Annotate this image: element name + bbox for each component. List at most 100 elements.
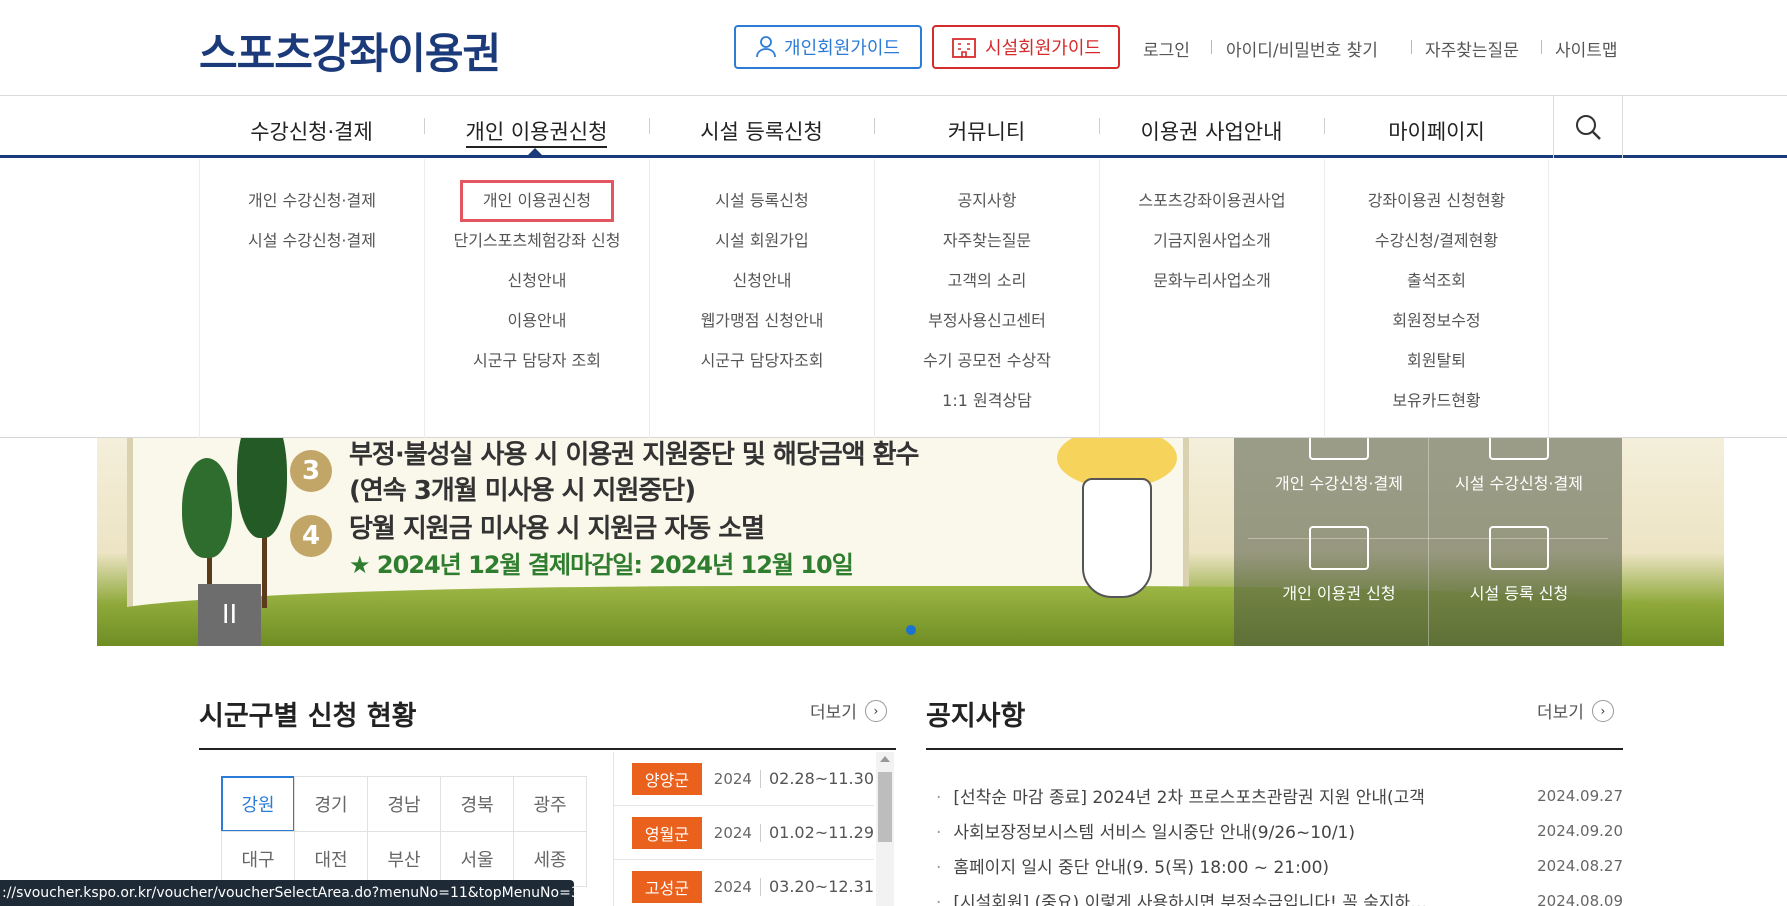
region-tab[interactable]: 서울	[440, 831, 514, 887]
menu-item[interactable]: 단기스포츠체험강좌 신청	[425, 229, 649, 269]
list-item[interactable]: 양양군 2024 02.28~11.30	[614, 752, 874, 806]
list-item[interactable]: [선착순 마감 종료] 2024년 2차 프로스포츠관람권 지원 안내(고객 2…	[936, 778, 1623, 813]
card-hand-icon	[1309, 526, 1369, 570]
region-status-title: 시군구별 신청 현황	[199, 701, 417, 732]
search-button[interactable]	[1553, 96, 1623, 158]
find-id-password-link[interactable]: 아이디/비밀번호 찾기	[1226, 36, 1378, 61]
banner-pager-dot[interactable]	[906, 625, 916, 635]
region-tab[interactable]: 경남	[367, 776, 441, 832]
list-item[interactable]: 사회보장정보시스템 서비스 일시중단 안내(9/26~10/1) 2024.09…	[936, 813, 1623, 848]
menu-item[interactable]: 출석조회	[1325, 269, 1548, 309]
menu-item[interactable]: 회원탈퇴	[1325, 349, 1548, 389]
menu-item[interactable]: 문화누리사업소개	[1100, 269, 1324, 309]
menu-item[interactable]: 공지사항	[875, 189, 1099, 229]
individual-guide-button[interactable]: 개인회원가이드	[734, 25, 922, 69]
gnb-mypage[interactable]: 마이페이지	[1324, 116, 1549, 146]
gnb-facility-register[interactable]: 시설 등록신청	[649, 116, 874, 146]
notice-item-date: 2024.08.27	[1537, 856, 1623, 875]
menu-item[interactable]: 부정사용신고센터	[875, 309, 1099, 349]
notice-more-link[interactable]: 더보기 ›	[1537, 698, 1614, 723]
menu-item[interactable]: 시설 등록신청	[650, 189, 874, 229]
region-status-list: 양양군 2024 02.28~11.30 영월군 2024 01.02~11.2…	[613, 752, 876, 906]
menu-item[interactable]: 시군구 담당자 조회	[425, 349, 649, 389]
banner-pause-button[interactable]: II	[198, 584, 261, 646]
mega-col-community: 공지사항 자주찾는질문 고객의 소리 부정사용신고센터 수기 공모전 수상작 1…	[874, 159, 1099, 438]
menu-item[interactable]: 시설 수강신청·결제	[200, 229, 424, 269]
quick-facility-register[interactable]: 시설 등록 신청	[1434, 526, 1604, 604]
gnb-community[interactable]: 커뮤니티	[874, 116, 1099, 146]
mega-col-facility: 시설 등록신청 시설 회원가입 신청안내 웹가맹점 신청안내 시군구 담당자조회	[649, 159, 874, 438]
facility-guide-label: 시설회원가이드	[985, 38, 1101, 59]
gnb-business-info[interactable]: 이용권 사업안내	[1099, 116, 1324, 146]
individual-guide-label: 개인회원가이드	[784, 38, 900, 59]
scroll-up-arrow-icon[interactable]	[880, 756, 890, 762]
menu-item[interactable]: 개인 수강신청·결제	[200, 189, 424, 229]
status-list-scrollbar[interactable]	[876, 752, 894, 906]
gnb-enroll-payment[interactable]: 수강신청·결제	[199, 116, 424, 146]
util-divider	[1411, 40, 1412, 54]
util-divider	[1211, 40, 1212, 54]
scroll-thumb[interactable]	[878, 772, 892, 842]
menu-item[interactable]: 시군구 담당자조회	[650, 349, 874, 389]
menu-item[interactable]: 시설 회원가입	[650, 229, 874, 269]
quick-individual-voucher[interactable]: 개인 이용권 신청	[1254, 526, 1424, 604]
search-icon	[1576, 115, 1601, 140]
person-icon	[756, 36, 776, 58]
menu-item[interactable]: 보유카드현황	[1325, 389, 1548, 429]
region-tab[interactable]: 대전	[294, 831, 368, 887]
list-item[interactable]: 영월군 2024 01.02~11.29	[614, 806, 874, 860]
region-tab[interactable]: 대구	[221, 831, 295, 887]
facility-guide-button[interactable]: 시설회원가이드	[932, 25, 1120, 69]
quick-divider	[1428, 438, 1429, 646]
active-menu-indicator	[528, 148, 542, 155]
region-tab[interactable]: 경기	[294, 776, 368, 832]
menu-item[interactable]: 수기 공모전 수상작	[875, 349, 1099, 389]
menu-item[interactable]: 웹가맹점 신청안내	[650, 309, 874, 349]
mega-menu-dropdown: 개인 수강신청·결제 시설 수강신청·결제 개인 이용권신청 단기스포츠체험강좌…	[0, 159, 1787, 438]
gnb-individual-voucher[interactable]: 개인 이용권신청	[424, 116, 649, 148]
region-more-link[interactable]: 더보기 ›	[810, 698, 887, 723]
login-link[interactable]: 로그인	[1143, 36, 1190, 61]
notice-number-badge: 3	[290, 450, 332, 492]
region-tab[interactable]: 세종	[513, 831, 587, 887]
district-badge: 영월군	[632, 816, 702, 849]
menu-item[interactable]: 기금지원사업소개	[1100, 229, 1324, 269]
menu-item-highlighted[interactable]: 개인 이용권신청	[425, 180, 649, 229]
quick-facility-enroll[interactable]: 시설 수강신청·결제	[1434, 438, 1604, 494]
menu-item[interactable]: 수강신청/결제현황	[1325, 229, 1548, 269]
menu-item[interactable]: 신청안내	[425, 269, 649, 309]
district-badge: 양양군	[632, 762, 702, 795]
faq-link[interactable]: 자주찾는질문	[1425, 36, 1519, 61]
status-period: 03.20~12.31	[768, 877, 874, 896]
banner-text: 부정·불성실 사용 시 이용권 지원중단 및 해당금액 환수	[349, 440, 919, 470]
menu-item[interactable]: 고객의 소리	[875, 269, 1099, 309]
list-item[interactable]: [시설회원] (중요) 이렇게 사용하시면 부정수급입니다! 꼭 숙지하… 20…	[936, 883, 1623, 906]
list-item[interactable]: 홈페이지 일시 중단 안내(9. 5(목) 18:00 ~ 21:00) 202…	[936, 848, 1623, 883]
region-tab-gangwon[interactable]: 강원	[221, 776, 295, 832]
list-item[interactable]: 고성군 2024 03.20~12.31	[614, 860, 874, 906]
notice-item-title[interactable]: 사회보장정보시스템 서비스 일시중단 안내(9/26~10/1)	[936, 818, 1355, 843]
sitemap-link[interactable]: 사이트맵	[1555, 36, 1618, 61]
notice-item-title[interactable]: [시설회원] (중요) 이렇게 사용하시면 부정수급입니다! 꼭 숙지하…	[936, 888, 1427, 906]
menu-item[interactable]: 자주찾는질문	[875, 229, 1099, 269]
mega-col-business: 스포츠강좌이용권사업 기금지원사업소개 문화누리사업소개	[1099, 159, 1324, 438]
menu-item[interactable]: 강좌이용권 신청현황	[1325, 189, 1548, 229]
region-tab[interactable]: 경북	[440, 776, 514, 832]
menu-item[interactable]: 신청안내	[650, 269, 874, 309]
menu-item[interactable]: 스포츠강좌이용권사업	[1100, 189, 1324, 229]
menu-item[interactable]: 1:1 원격상담	[875, 389, 1099, 429]
notice-item-title[interactable]: 홈페이지 일시 중단 안내(9. 5(목) 18:00 ~ 21:00)	[936, 853, 1329, 878]
ticket-icon	[1489, 526, 1549, 570]
util-divider	[1541, 40, 1542, 54]
section-divider	[926, 748, 1623, 750]
site-logo[interactable]: 스포츠강좌이용권	[199, 20, 501, 81]
menu-item[interactable]: 회원정보수정	[1325, 309, 1548, 349]
region-tab[interactable]: 부산	[367, 831, 441, 887]
quick-individual-enroll[interactable]: 개인 수강신청·결제	[1254, 438, 1424, 494]
region-tab[interactable]: 광주	[513, 776, 587, 832]
top-header: 스포츠강좌이용권 개인회원가이드 시설회원가이드 로그인 아이디/비밀번호 찾기…	[0, 0, 1787, 96]
notice-item-title[interactable]: [선착순 마감 종료] 2024년 2차 프로스포츠관람권 지원 안내(고객	[936, 783, 1425, 808]
section-divider	[199, 748, 896, 750]
menu-item[interactable]: 이용안내	[425, 309, 649, 349]
notice-item-date: 2024.09.20	[1537, 821, 1623, 840]
